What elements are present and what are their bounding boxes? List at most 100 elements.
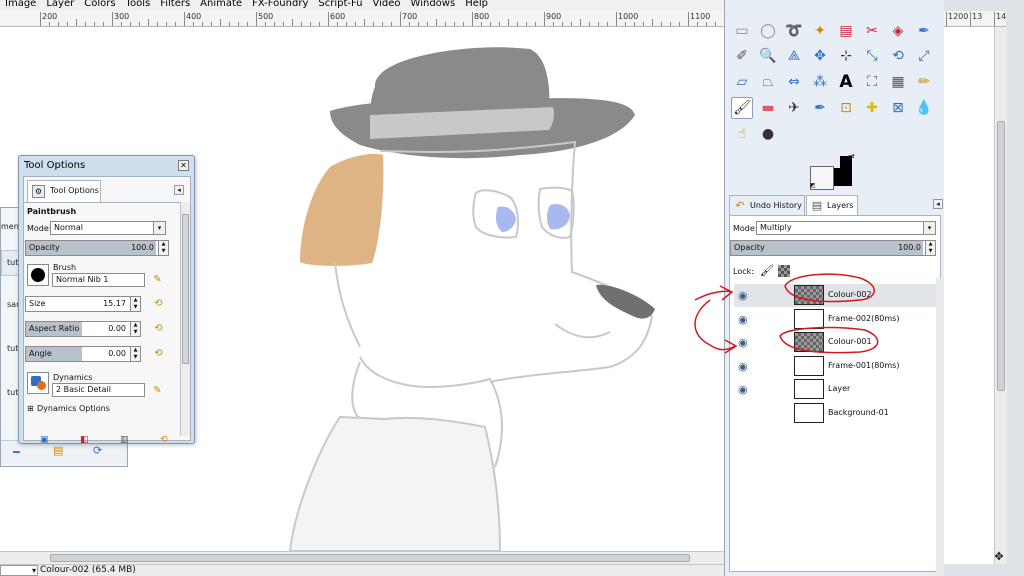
select-by-color-icon[interactable]: ▤ xyxy=(835,20,857,42)
close-icon[interactable]: ✕ xyxy=(178,160,189,171)
color-swatches[interactable]: ⇄ ◩ xyxy=(810,152,860,194)
menu-tools[interactable]: Tools xyxy=(121,0,156,11)
lock-alpha-icon[interactable] xyxy=(778,265,790,277)
angle-slider[interactable]: Angle 0.00 ▲ ▼ xyxy=(25,346,141,362)
flip-icon[interactable]: ⇔ xyxy=(783,71,805,93)
edit-brush-icon[interactable]: ✎ xyxy=(151,273,164,286)
eye-icon[interactable]: ◉ xyxy=(738,313,748,326)
color-picker-icon[interactable]: ✐ xyxy=(731,45,753,67)
rect-select-icon[interactable]: ▭ xyxy=(731,20,753,42)
brush-preview[interactable] xyxy=(27,264,49,286)
reset-size-icon[interactable]: ⟲ xyxy=(152,297,165,310)
aspect-spinner[interactable]: ▲ ▼ xyxy=(130,322,140,336)
blend-icon[interactable]: ▦ xyxy=(887,71,909,93)
reset-angle-icon[interactable]: ⟲ xyxy=(152,347,165,360)
layer-row[interactable]: ◉ Colour-002 xyxy=(734,284,938,307)
airbrush-icon[interactable]: ✈ xyxy=(783,97,805,119)
menu-filters[interactable]: Filters xyxy=(155,0,195,11)
eye-icon[interactable]: ◉ xyxy=(738,360,748,373)
menu-animate[interactable]: Animate xyxy=(195,0,247,11)
layer-row[interactable]: ◉ Colour-001 xyxy=(734,331,938,354)
opacity-slider[interactable]: Opacity 100.0 ▲ ▼ xyxy=(25,240,169,256)
blur-icon[interactable]: 💧 xyxy=(913,97,935,119)
unit-select[interactable] xyxy=(0,565,38,576)
menu-windows[interactable]: Windows xyxy=(406,0,461,11)
layer-row[interactable]: ◉ Frame-002(80ms) xyxy=(734,308,938,331)
right-ruler[interactable]: 1200 13 14 xyxy=(944,11,1006,27)
fuzzy-select-icon[interactable]: ✦ xyxy=(809,20,831,42)
layers-opacity-slider[interactable]: Opacity 100.0 ▲ ▼ xyxy=(730,240,936,256)
eye-icon[interactable]: ◉ xyxy=(738,336,748,349)
stack-icon[interactable]: ▤ xyxy=(53,444,63,457)
lasso-icon[interactable]: ➰ xyxy=(783,20,805,42)
heal-icon[interactable]: ✚ xyxy=(861,97,883,119)
layer-row[interactable]: ◉ Layer xyxy=(734,378,938,401)
angle-spinner[interactable]: ▲ ▼ xyxy=(130,347,140,361)
dynamics-field[interactable]: 2 Basic Detail xyxy=(52,383,145,397)
menu-colors[interactable]: Colors xyxy=(79,0,120,11)
menu-fxfoundry[interactable]: FX-Foundry xyxy=(247,0,313,11)
default-colors-icon[interactable]: ◩ xyxy=(810,182,816,189)
dynamics-options-label[interactable]: Dynamics Options xyxy=(37,404,110,413)
size-slider[interactable]: Size 15.17 ▲ ▼ xyxy=(25,296,141,312)
layers-scrollbar[interactable] xyxy=(936,278,944,576)
minus-icon[interactable]: ━ xyxy=(13,446,20,459)
delete-icon[interactable]: ▥ xyxy=(120,435,129,445)
ink-icon[interactable]: ✒ xyxy=(809,97,831,119)
edit-dynamics-icon[interactable]: ✎ xyxy=(151,384,164,397)
dodge-burn-icon[interactable]: ● xyxy=(757,123,779,145)
menu-video[interactable]: Video xyxy=(368,0,406,11)
menu-image[interactable]: Image xyxy=(0,0,41,11)
eye-icon[interactable]: ◉ xyxy=(738,289,748,302)
tab-layers[interactable]: ▤ Layers xyxy=(806,195,858,215)
save-icon[interactable]: ▣ xyxy=(40,435,49,445)
shear-icon[interactable]: ▱ xyxy=(731,71,753,93)
text-icon[interactable]: A xyxy=(835,71,857,93)
menu-scriptfu[interactable]: Script-Fu xyxy=(313,0,367,11)
refresh-icon[interactable]: ⟳ xyxy=(93,444,102,457)
menu-help[interactable]: Help xyxy=(460,0,493,11)
paths-icon[interactable]: ✒ xyxy=(913,20,935,42)
pencil-icon[interactable]: ✏ xyxy=(913,71,935,93)
brush-field[interactable]: Normal Nib 1 xyxy=(52,273,145,287)
layers-mode-select[interactable]: Multiply ▾ xyxy=(756,221,936,235)
crop-icon[interactable]: ⤡ xyxy=(861,45,883,67)
perspective-clone-icon[interactable]: ⊠ xyxy=(887,97,909,119)
bucket-fill-icon[interactable]: ⛶ xyxy=(861,71,883,93)
reset-icon[interactable]: ⟲ xyxy=(160,435,168,445)
tab-tool-options[interactable]: ⚙ Tool Options xyxy=(27,180,101,202)
opacity-spinner[interactable]: ▲ ▼ xyxy=(158,241,168,255)
paintbrush-icon[interactable]: 🖌 xyxy=(731,97,753,119)
smudge-icon[interactable]: ☝ xyxy=(731,123,753,145)
tool-options-scrollbar[interactable] xyxy=(180,202,190,436)
cage-icon[interactable]: ⁂ xyxy=(809,71,831,93)
eraser-icon[interactable]: ▬ xyxy=(757,97,779,119)
move-icon[interactable]: ✥ xyxy=(809,45,831,67)
clone-icon[interactable]: ⊡ xyxy=(835,97,857,119)
menu-layer[interactable]: Layer xyxy=(41,0,79,11)
swap-colors-icon[interactable]: ⇄ xyxy=(848,152,855,161)
size-spinner[interactable]: ▲ ▼ xyxy=(130,297,140,311)
expand-icon[interactable]: ⊞ xyxy=(27,404,34,413)
rotate-icon[interactable]: ⟲ xyxy=(887,45,909,67)
measure-icon[interactable]: ⟁ xyxy=(783,45,805,67)
configure-tab-icon[interactable]: ◂ xyxy=(933,199,943,209)
layers-opacity-spinner[interactable]: ▲ ▼ xyxy=(925,241,935,255)
tab-undo-history[interactable]: ↶ Undo History xyxy=(729,195,805,215)
ellipse-select-icon[interactable]: ◯ xyxy=(757,20,779,42)
restore-icon[interactable]: ◧ xyxy=(80,435,89,445)
perspective-icon[interactable]: ⏢ xyxy=(757,71,779,93)
reset-aspect-icon[interactable]: ⟲ xyxy=(152,322,165,335)
navigate-icon[interactable]: ✥ xyxy=(992,550,1006,564)
horizontal-ruler[interactable]: 200 300 400 500 600 700 800 900 1000 1100 xyxy=(0,11,724,27)
vertical-scrollbar[interactable] xyxy=(994,27,1007,564)
canvas-right-part[interactable] xyxy=(944,27,994,564)
zoom-icon[interactable]: 🔍 xyxy=(757,45,779,67)
scale-icon[interactable]: ⤢ xyxy=(913,45,935,67)
scissors-icon[interactable]: ✂ xyxy=(861,20,883,42)
configure-tab-icon[interactable]: ◂ xyxy=(174,185,184,195)
lock-pixels-icon[interactable]: 🖌 xyxy=(760,264,774,277)
layer-row[interactable]: Background-01 xyxy=(734,402,938,425)
dynamics-preview[interactable] xyxy=(27,372,49,394)
eye-icon[interactable]: ◉ xyxy=(738,383,748,396)
